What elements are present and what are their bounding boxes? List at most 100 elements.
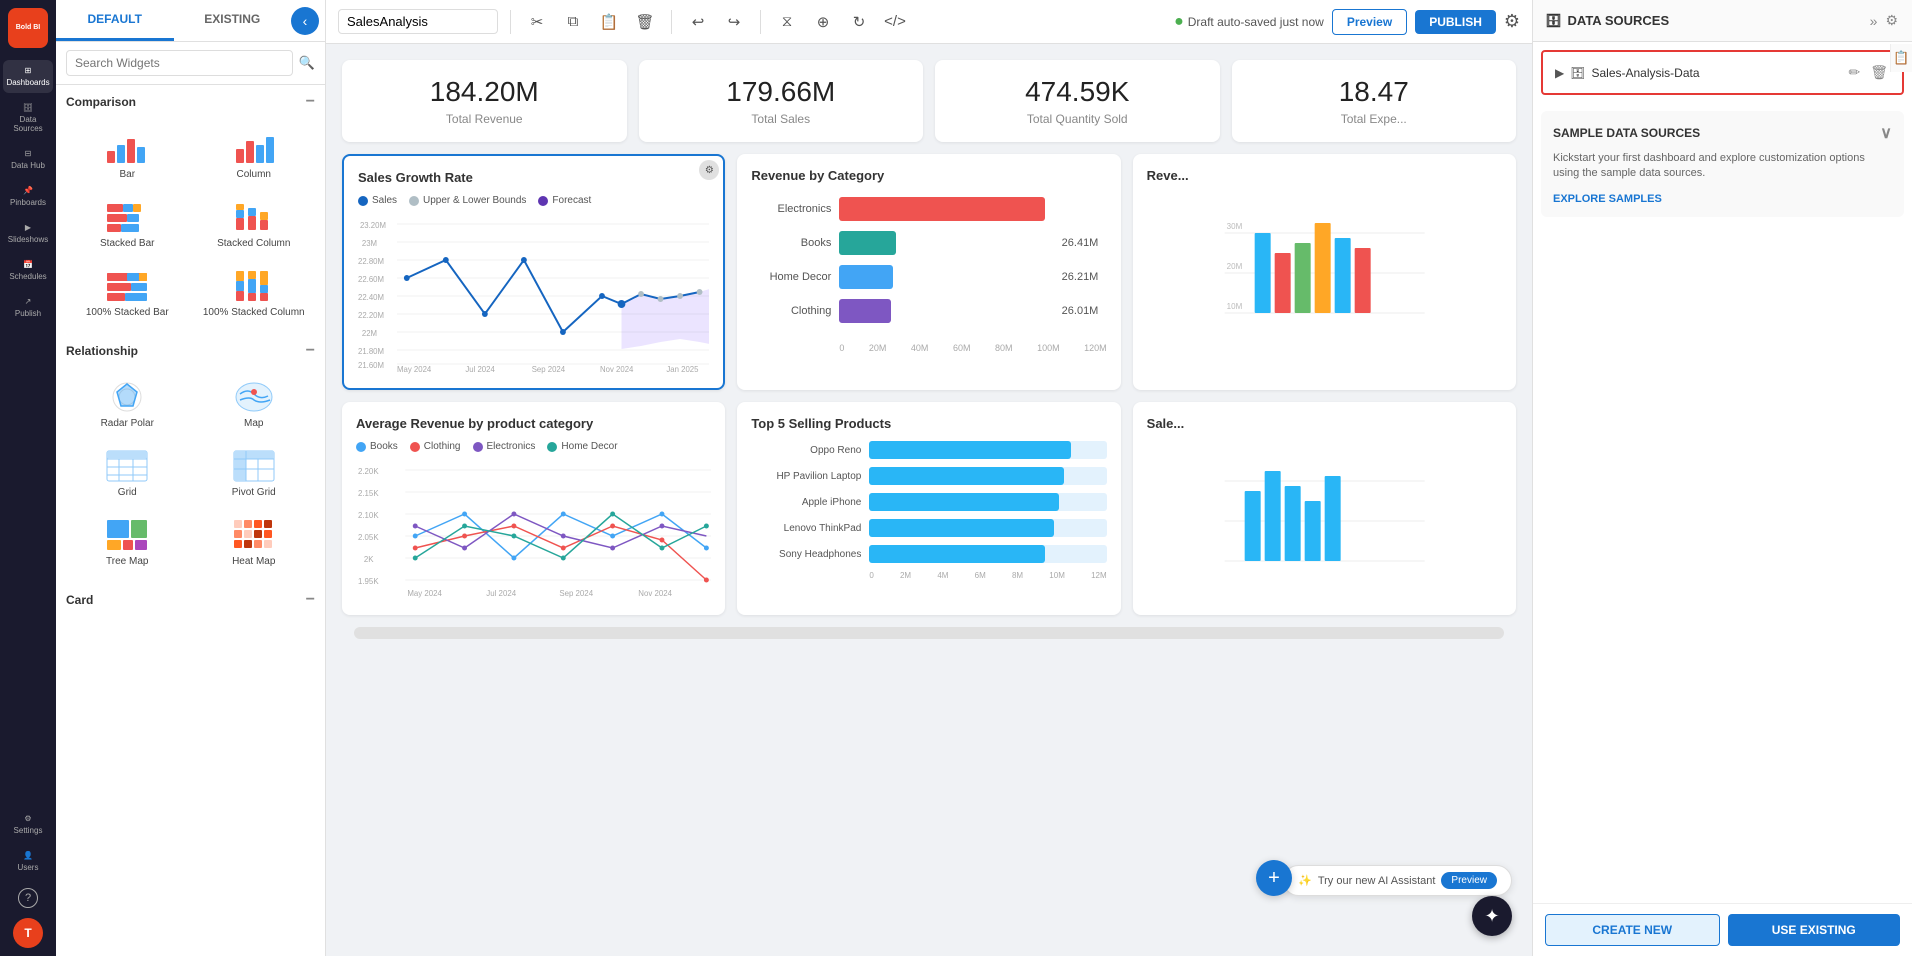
svg-text:May 2024: May 2024 [397, 365, 432, 374]
ai-banner[interactable]: ✨ Try our new AI Assistant Preview [1283, 865, 1512, 896]
toolbar-separator-1 [510, 10, 511, 34]
sales-growth-svg: 23.20M 23M 22.80M 22.60M 22.40M 22.20M 2… [358, 214, 709, 374]
comparison-title: Comparison [66, 95, 136, 109]
widget-item-100-stacked-column[interactable]: 100% Stacked Column [193, 261, 316, 326]
toolbar-settings-icon[interactable]: ⚙ [1504, 11, 1520, 32]
paste-button[interactable]: 📋 [595, 8, 623, 36]
sidebar-item-schedules[interactable]: 📅 Schedules [3, 254, 53, 287]
ds-delete-button[interactable]: 🗑 [1868, 62, 1890, 83]
cut-button[interactable]: ✂ [523, 8, 551, 36]
sidebar-item-publish[interactable]: ↗ Publish [3, 291, 53, 324]
revenue-partial-chart[interactable]: Reve... 30M 20M 10M [1133, 154, 1516, 390]
collapse-icon[interactable]: − [306, 93, 315, 111]
auto-save-status: ● Draft auto-saved just now [1174, 13, 1324, 31]
revenue-partial-title: Reve... [1147, 168, 1502, 183]
top5-products-chart[interactable]: Top 5 Selling Products Oppo Reno HP Pavi… [737, 402, 1120, 615]
sidebar-item-settings[interactable]: ⚙ Settings [3, 808, 53, 841]
bar-track-books [839, 231, 1055, 255]
tab-default[interactable]: DEFAULT [56, 0, 174, 41]
widget-item-pivot-grid[interactable]: Pivot Grid [193, 441, 316, 506]
search-input[interactable] [66, 50, 293, 76]
undo-button[interactable]: ↩ [684, 8, 712, 36]
magic-button[interactable]: ✦ [1472, 896, 1512, 936]
app-logo[interactable]: Bold BI [8, 8, 48, 48]
relationship-collapse-icon[interactable]: − [306, 342, 315, 360]
add-widget-fab[interactable]: + [1256, 860, 1292, 896]
ds-settings-button[interactable]: ⚙ [1883, 10, 1900, 31]
h-bar-fill-oppo [869, 441, 1071, 459]
horizontal-scrollbar[interactable] [354, 627, 1504, 639]
legend-dot-clothing-avg [410, 442, 420, 452]
sidebar-item-pinboards[interactable]: 📌 Pinboards [3, 180, 53, 213]
widget-item-tree-map[interactable]: Tree Map [66, 510, 189, 575]
sidebar-item-data-hub[interactable]: ⊟ Data Hub [3, 143, 53, 176]
widget-item-stacked-column[interactable]: Stacked Column [193, 192, 316, 257]
column-widget-icon [232, 131, 276, 165]
sidebar-item-dashboards[interactable]: ⊞ Dashboards [3, 60, 53, 93]
kpi-label-quantity: Total Quantity Sold [951, 112, 1204, 126]
bar-track-electronics [839, 197, 1055, 221]
redo-button[interactable]: ↪ [720, 8, 748, 36]
widget-item-map[interactable]: Map [193, 372, 316, 437]
delete-button[interactable]: 🗑 [631, 8, 659, 36]
publish-button[interactable]: PUBLISH [1415, 10, 1496, 34]
ds-item-row[interactable]: ▶ 🗄 Sales-Analysis-Data ✏ 🗑 [1541, 50, 1904, 95]
svg-text:22.20M: 22.20M [358, 311, 384, 320]
ds-right-icon-1[interactable]: 📋 [1893, 50, 1909, 66]
sales-partial-chart[interactable]: Sale... [1133, 402, 1516, 615]
sidebar-item-slideshows[interactable]: ▶ Slideshows [3, 217, 53, 250]
sample-ds-collapse-icon[interactable]: ∨ [1880, 123, 1892, 143]
h-bar-row-lenovo: Lenovo ThinkPad [751, 519, 1106, 537]
ds-expand-button[interactable]: » [1868, 10, 1880, 31]
refresh-button[interactable]: ↻ [845, 8, 873, 36]
preview-button[interactable]: Preview [1332, 9, 1407, 35]
ds-edit-button[interactable]: ✏ [1846, 62, 1862, 83]
ds-item-actions: ✏ 🗑 [1846, 62, 1890, 83]
bar-row-clothing: Clothing 26.01M [751, 299, 1106, 323]
revenue-by-category-chart[interactable]: Revenue by Category Electronics Books [737, 154, 1120, 390]
revenue-x-axis: 020M40M60M80M100M120M [751, 343, 1106, 353]
tab-existing[interactable]: EXISTING [174, 0, 292, 41]
card-collapse-icon[interactable]: − [306, 591, 315, 609]
sales-growth-legend: Sales Upper & Lower Bounds Forecast [358, 195, 709, 206]
widget-item-bar[interactable]: Bar [66, 123, 189, 188]
toolbar-separator-2 [671, 10, 672, 34]
toolbar: ✂ ⧉ 📋 🗑 ↩ ↪ ⧖ ⊕ ↻ </> ● Draft auto-saved… [326, 0, 1532, 44]
pinboards-icon: 📌 [23, 186, 33, 195]
chart-settings-icon[interactable]: ⚙ [699, 160, 719, 180]
legend-dot-bounds [409, 196, 419, 206]
create-new-button[interactable]: CREATE NEW [1545, 914, 1720, 946]
widget-item-column[interactable]: Column [193, 123, 316, 188]
dashboard-title-input[interactable] [338, 9, 498, 34]
avg-revenue-chart[interactable]: Average Revenue by product category Book… [342, 402, 725, 615]
widget-item-stacked-bar[interactable]: Stacked Bar [66, 192, 189, 257]
h-bar-label-hp: HP Pavilion Laptop [751, 471, 861, 482]
legend-forecast: Forecast [538, 195, 591, 206]
ds-header-actions: » ⚙ [1868, 10, 1900, 31]
card-title: Card [66, 593, 93, 607]
h-bar-track-iphone [869, 493, 1106, 511]
help-button[interactable]: ? [3, 882, 53, 914]
ds-expand-arrow[interactable]: ▶ [1555, 66, 1564, 80]
sidebar-item-data-sources[interactable]: 🗄 Data Sources [3, 97, 53, 139]
copy-button[interactable]: ⧉ [559, 8, 587, 36]
widget-item-100-stacked-bar[interactable]: 100% Stacked Bar [66, 261, 189, 326]
sidebar-item-users[interactable]: 👤 Users [3, 845, 53, 878]
relationship-section-header: Relationship − [56, 334, 325, 368]
use-existing-button[interactable]: USE EXISTING [1728, 914, 1901, 946]
ds-item-left: ▶ 🗄 Sales-Analysis-Data [1555, 66, 1700, 80]
widget-item-grid[interactable]: Grid [66, 441, 189, 506]
ai-preview-button[interactable]: Preview [1441, 872, 1497, 889]
code-button[interactable]: </> [881, 8, 909, 36]
svg-text:Sep 2024: Sep 2024 [532, 365, 566, 374]
filter-button[interactable]: ⧖ [773, 8, 801, 36]
ds-item-db-icon: 🗄 [1570, 66, 1585, 80]
help-icon: ? [18, 888, 38, 908]
explore-samples-link[interactable]: EXPLORE SAMPLES [1553, 193, 1662, 205]
tab-back-arrow[interactable]: ‹ [291, 7, 319, 35]
user-avatar[interactable]: T [13, 918, 43, 948]
sales-growth-chart[interactable]: ⚙ Sales Growth Rate Sales Upper & Lower … [342, 154, 725, 390]
embed-button[interactable]: ⊕ [809, 8, 837, 36]
widget-item-radar-polar[interactable]: Radar Polar [66, 372, 189, 437]
widget-item-heat-map[interactable]: Heat Map [193, 510, 316, 575]
